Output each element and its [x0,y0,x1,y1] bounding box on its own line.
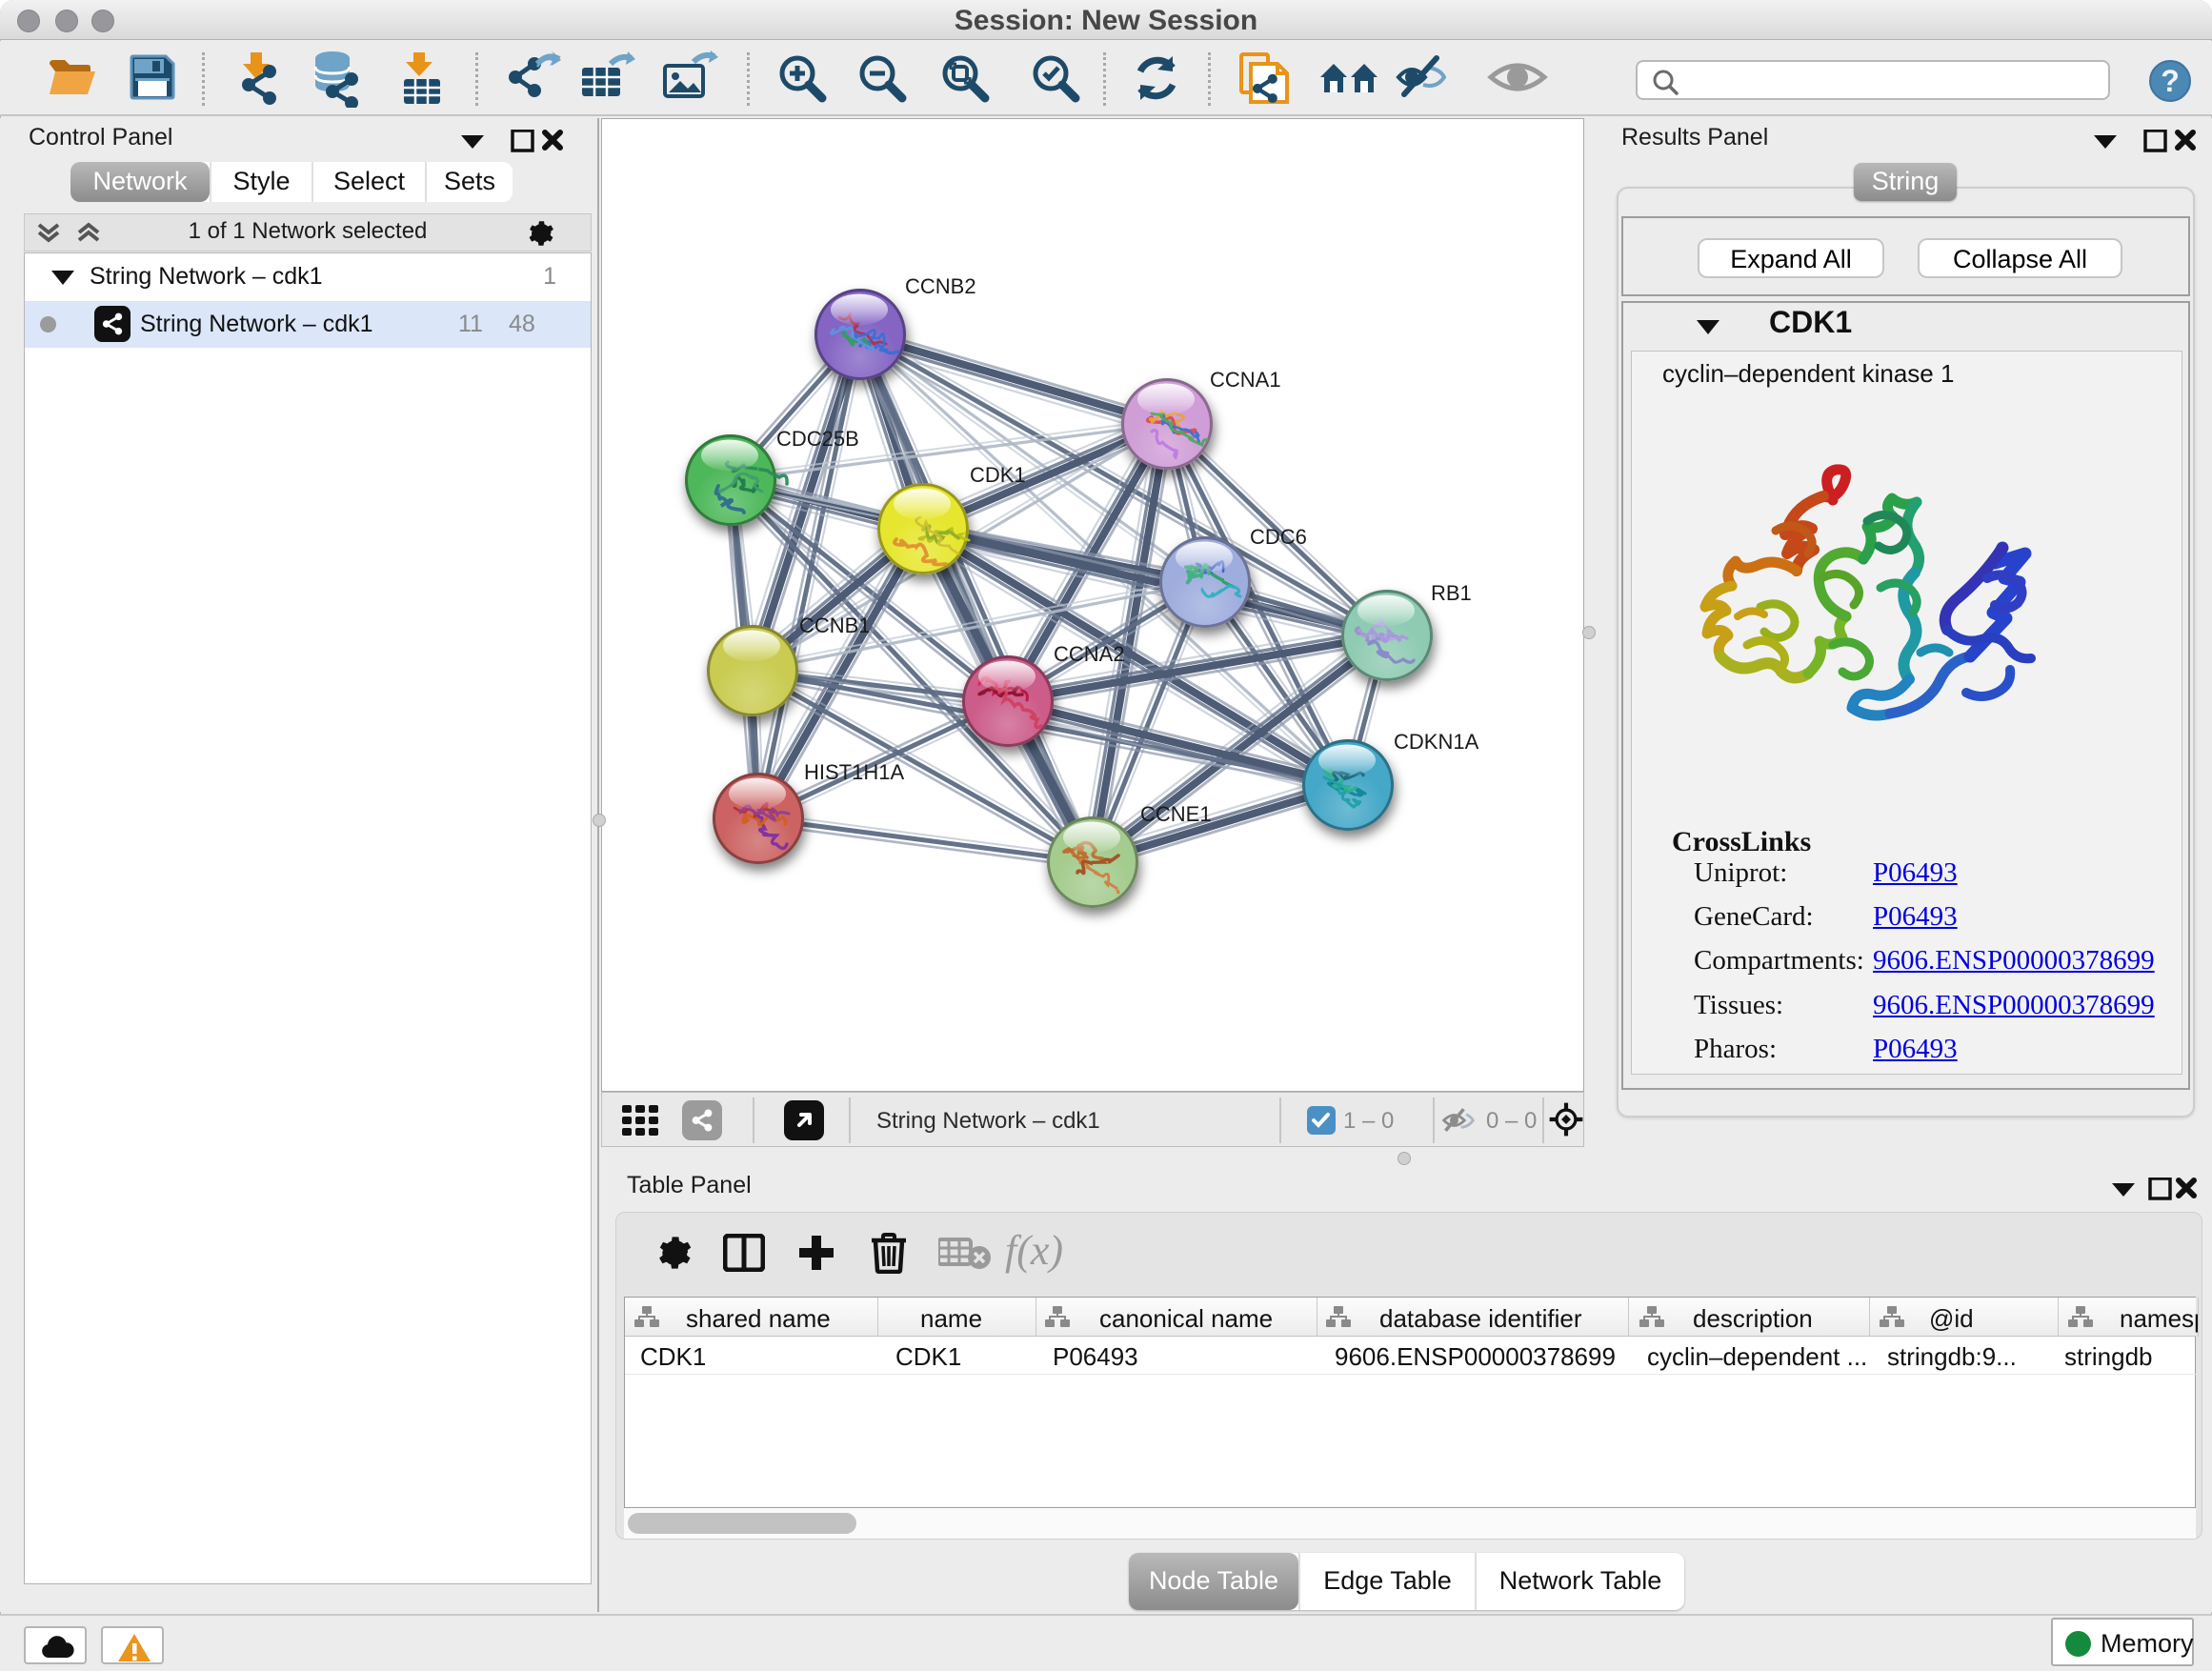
svg-text:RB1: RB1 [1431,581,1472,605]
svg-text:CCNE1: CCNE1 [1140,802,1212,826]
svg-text:CDC25B: CDC25B [776,427,859,451]
svg-text:CCNA1: CCNA1 [1210,368,1281,392]
svg-text:CCNB1: CCNB1 [799,614,871,637]
svg-text:HIST1H1A: HIST1H1A [804,760,904,784]
svg-text:CCNB2: CCNB2 [905,274,976,298]
svg-text:CCNA2: CCNA2 [1054,642,1125,666]
svg-text:CDC6: CDC6 [1250,525,1307,549]
svg-text:CDK1: CDK1 [970,463,1026,487]
svg-text:CDKN1A: CDKN1A [1394,730,1479,754]
